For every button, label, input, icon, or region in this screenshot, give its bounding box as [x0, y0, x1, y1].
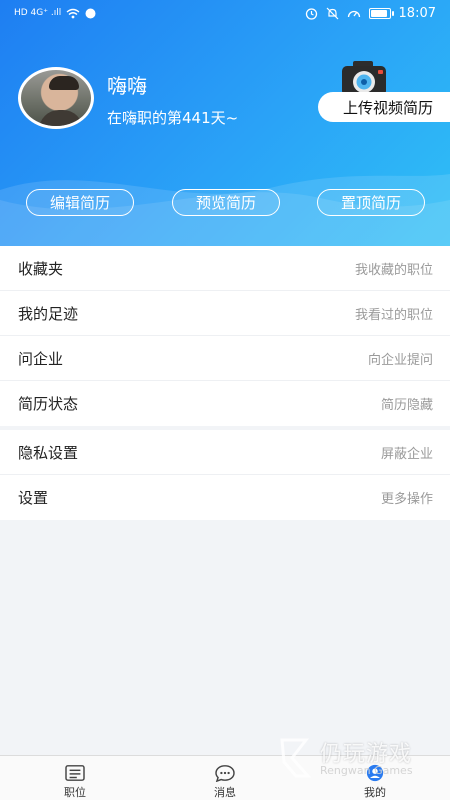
top-resume-button[interactable]: 置顶简历 — [317, 189, 425, 216]
network-indicators: HD 4G⁺ .ıll — [14, 8, 96, 19]
status-bar: HD 4G⁺ .ıll 18:07 — [0, 0, 450, 26]
edit-resume-button[interactable]: 编辑简历 — [26, 189, 134, 216]
menu-hint: 更多操作 — [380, 492, 433, 507]
tab-label: 我的 — [364, 786, 386, 799]
tab-jobs[interactable]: 职位 — [0, 756, 150, 800]
message-bubble-icon — [215, 765, 235, 782]
menu-label: 简历状态 — [18, 395, 79, 413]
menu-row-footprints[interactable]: 我的足迹 我看过的职位 — [0, 291, 450, 336]
menu-row-favorites[interactable]: 收藏夹 我收藏的职位 — [0, 246, 450, 291]
app-notification-icon — [85, 8, 96, 18]
menu-row-privacy[interactable]: 隐私设置 屏蔽企业 — [0, 430, 450, 475]
menu-label: 设置 — [18, 489, 49, 507]
tab-mine[interactable]: 我的 — [300, 756, 450, 800]
tab-label: 消息 — [214, 786, 236, 799]
user-name: 嗨嗨 — [107, 74, 147, 98]
profile-icon — [366, 764, 384, 782]
profile-header: HD 4G⁺ .ıll 18:07 嗨嗨 在嗨职的第441天~ 上传视频简历 编… — [0, 0, 450, 246]
menu-hint: 简历隐藏 — [380, 398, 433, 413]
menu-label: 隐私设置 — [18, 443, 79, 462]
menu-group-settings: 隐私设置 屏蔽企业 设置 更多操作 — [0, 430, 450, 520]
menu-row-ask-company[interactable]: 问企业 向企业提问 — [0, 336, 450, 381]
alarm-icon — [305, 7, 317, 20]
menu-hint: 向企业提问 — [367, 352, 433, 368]
menu-row-settings[interactable]: 设置 更多操作 — [0, 475, 450, 520]
job-list-icon — [65, 765, 85, 781]
bottom-tab-bar: 职位 消息 我的 — [0, 755, 450, 800]
menu-hint: 我看过的职位 — [354, 307, 433, 323]
menu-hint: 屏蔽企业 — [380, 446, 433, 462]
upload-video-resume-button[interactable]: 上传视频简历 — [318, 92, 450, 122]
menu-row-resume-status[interactable]: 简历状态 简历隐藏 — [0, 381, 450, 426]
menu-hint: 我收藏的职位 — [354, 262, 433, 278]
menu-label: 问企业 — [18, 349, 64, 368]
battery-icon — [368, 7, 394, 19]
menu-label: 收藏夹 — [18, 259, 64, 278]
speed-icon — [347, 10, 360, 17]
menu-group-main: 收藏夹 我收藏的职位 我的足迹 我看过的职位 问企业 向企业提问 简历状态 简历… — [0, 246, 450, 426]
mute-icon — [326, 7, 338, 19]
avatar[interactable] — [18, 67, 94, 129]
menu-label: 我的足迹 — [18, 304, 79, 323]
tab-label: 职位 — [64, 786, 86, 799]
status-time: 18:07 — [398, 5, 436, 21]
wifi-icon — [66, 8, 80, 18]
membership-days: 在嗨职的第441天~ — [107, 109, 239, 127]
preview-resume-button[interactable]: 预览简历 — [172, 189, 280, 216]
tab-messages[interactable]: 消息 — [150, 756, 300, 800]
network-text: HD 4G⁺ .ıll — [14, 8, 62, 18]
